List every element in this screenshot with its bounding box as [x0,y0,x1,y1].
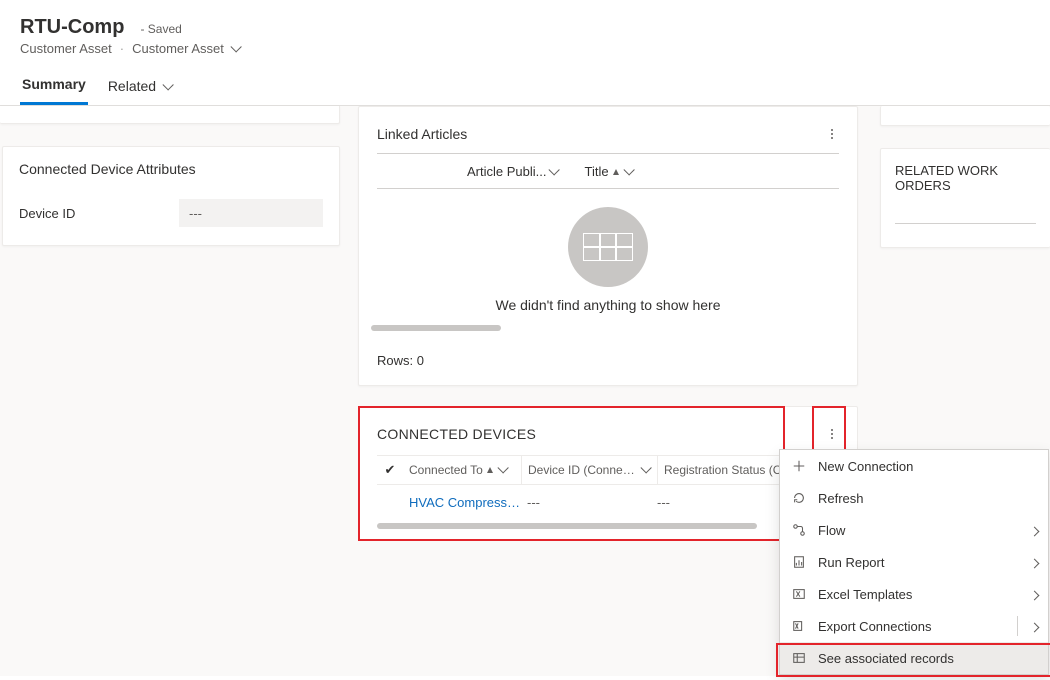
sort-ascending-icon [609,164,621,179]
chevron-down-icon [546,164,556,179]
chevron-right-icon [1031,619,1038,634]
linked-articles-more-button[interactable] [825,125,839,143]
menu-item-label: Refresh [818,491,1038,506]
horizontal-scrollbar[interactable] [377,523,757,529]
cda-section-title: Connected Device Attributes [19,161,323,177]
chevron-right-icon [1031,555,1038,570]
excel-icon [792,587,818,601]
column-label: Article Publi... [467,164,546,179]
saved-state: - Saved [140,22,181,36]
sort-ascending-icon [483,463,495,477]
left-card-fragment [0,106,340,124]
flow-icon [792,523,818,537]
vertical-divider [1017,616,1018,636]
connected-device-attributes-card: Connected Device Attributes Device ID --… [2,146,340,246]
device-id-cell: --- [521,495,651,510]
associated-records-icon [792,651,818,665]
plus-icon [792,459,818,473]
section-divider [895,223,1036,224]
entity-type-label: Customer Asset [20,41,112,56]
tabs-bar: Summary Related [20,76,1030,105]
chevron-down-icon [638,463,648,477]
chevron-down-icon [495,463,505,477]
connected-devices-more-button[interactable] [825,425,839,443]
registration-status-cell: --- [651,495,781,510]
page-title: RTU-Comp [20,16,124,39]
chevron-down-icon [621,164,631,179]
related-work-orders-card: RELATED WORK ORDERS [880,148,1050,248]
menu-item-refresh[interactable]: Refresh [780,482,1048,514]
form-selector-label: Customer Asset [132,41,224,56]
chevron-down-icon [160,78,170,94]
table-row[interactable]: HVAC Compressor. --- --- [377,485,839,519]
menu-item-label: Flow [818,523,1018,538]
right-card-fragment [880,106,1050,126]
column-title[interactable]: Title [584,164,630,179]
device-id-label: Device ID [19,206,179,221]
context-menu: New Connection Refresh Flow Run Report [779,449,1049,675]
column-article-published[interactable]: Article Publi... [467,164,556,179]
refresh-icon [792,491,818,505]
device-id-field[interactable]: --- [179,199,323,227]
menu-item-flow[interactable]: Flow [780,514,1048,546]
menu-item-new-connection[interactable]: New Connection [780,450,1048,482]
menu-item-label: Excel Templates [818,587,1018,602]
menu-item-label: Run Report [818,555,1018,570]
related-work-orders-title: RELATED WORK ORDERS [895,163,1036,193]
empty-state-text: We didn't find anything to show here [377,297,839,313]
menu-item-see-associated-records[interactable]: See associated records [780,642,1048,674]
connected-to-link[interactable]: HVAC Compressor. [403,495,521,510]
menu-item-label: Export Connections [818,619,1018,634]
horizontal-scrollbar[interactable] [371,325,501,331]
menu-item-label: New Connection [818,459,1038,474]
page-header: RTU-Comp - Saved Customer Asset · Custom… [0,0,1050,106]
linked-articles-title: Linked Articles [377,126,467,142]
chevron-down-icon [228,41,238,56]
menu-item-export-connections[interactable]: Export Connections [780,610,1048,642]
menu-item-run-report[interactable]: Run Report [780,546,1048,578]
column-device-id[interactable]: Device ID (Connecte... [521,456,657,484]
empty-grid-icon [568,207,648,287]
form-selector[interactable]: Customer Asset [132,41,238,56]
chevron-right-icon [1031,587,1038,602]
content-area: Connected Device Attributes Device ID --… [0,106,1050,676]
connected-devices-title: CONNECTED DEVICES [377,426,536,442]
report-icon [792,555,818,569]
column-label: Title [584,164,608,179]
column-label: Connected To [409,463,483,477]
linked-articles-card: Linked Articles Article Publi... Title W… [358,106,858,386]
breadcrumb-separator: · [120,41,124,56]
tab-related[interactable]: Related [106,76,172,105]
column-label: Device ID (Connecte... [528,463,638,477]
menu-item-label: See associated records [818,651,1038,666]
tab-summary[interactable]: Summary [20,76,88,105]
select-all-checkbox[interactable]: ✔ [377,462,403,478]
column-connected-to[interactable]: Connected To [403,456,521,484]
tab-related-label: Related [108,78,156,94]
chevron-right-icon [1031,523,1038,538]
menu-item-excel-templates[interactable]: Excel Templates [780,578,1048,610]
excel-export-icon [792,619,818,633]
rows-count-label: Rows: 0 [377,353,839,368]
